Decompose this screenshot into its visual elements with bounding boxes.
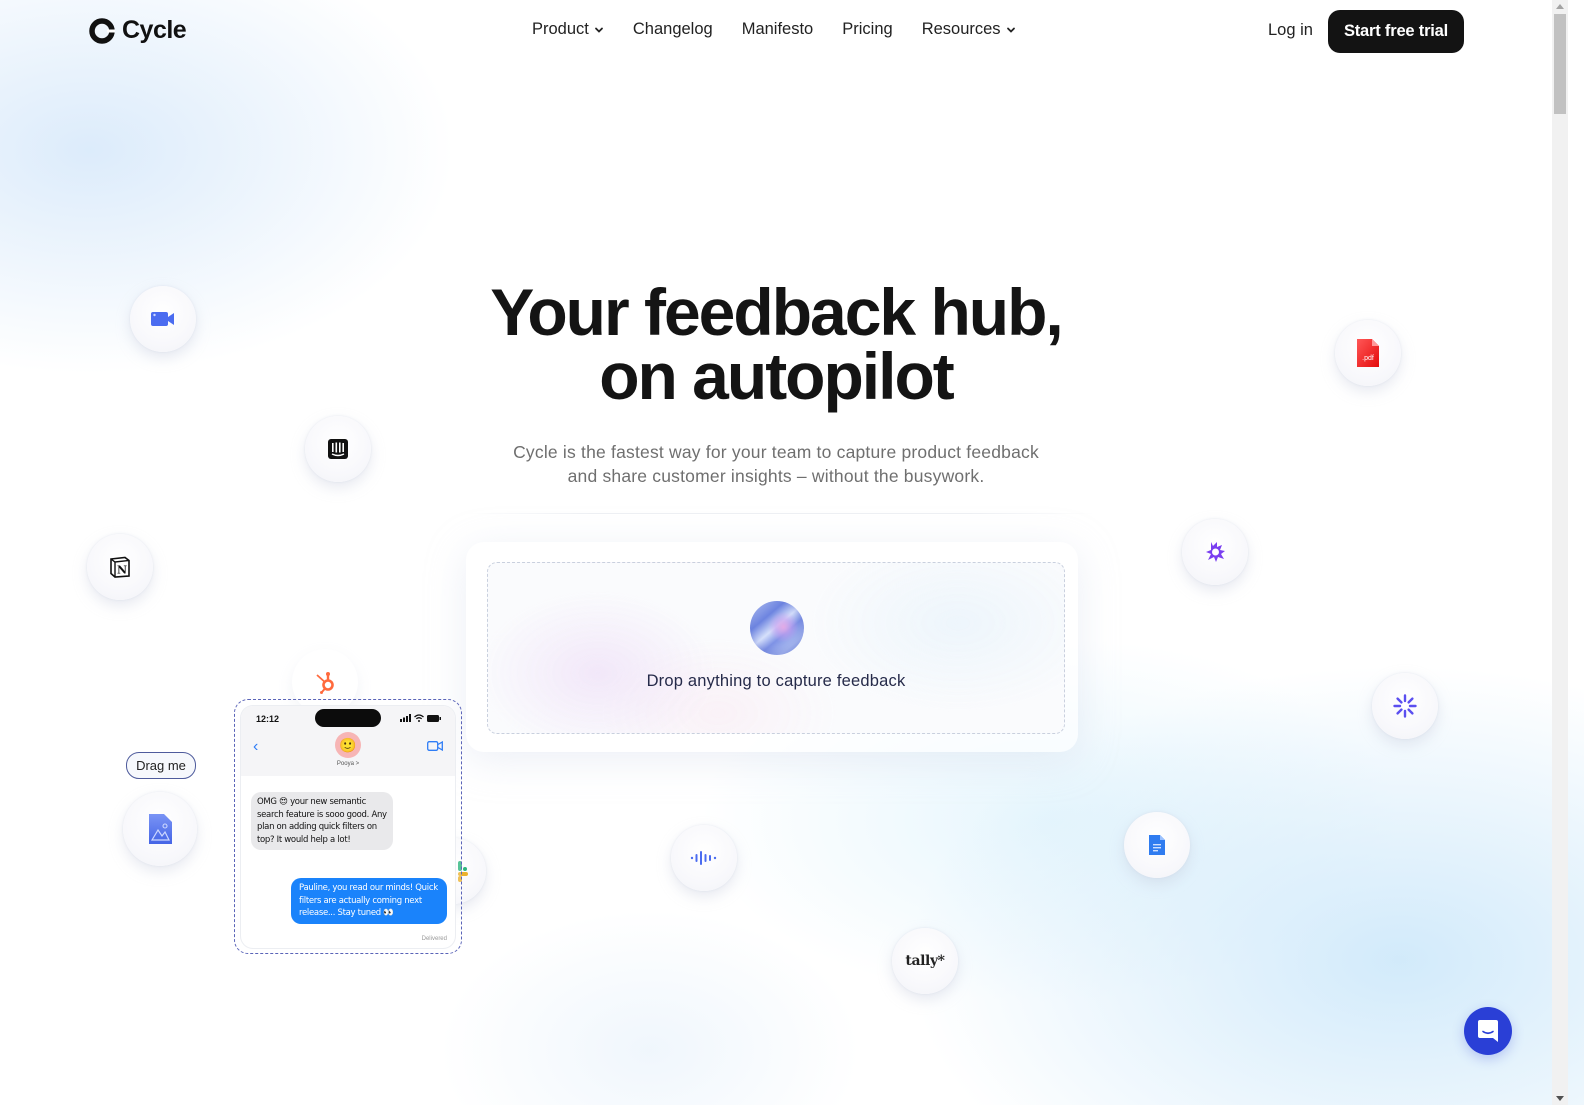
facetime-video-icon <box>427 741 443 751</box>
incoming-message: OMG 😍 your new semantic search feature i… <box>251 792 393 850</box>
hubspot-icon <box>316 672 334 694</box>
nav-manifesto-label: Manifesto <box>741 20 814 38</box>
nav-resources[interactable]: Resources <box>922 20 1016 39</box>
source-bubble-loom[interactable] <box>1372 673 1438 739</box>
brand-name: Cycle <box>122 16 187 44</box>
hero-title: Your feedback hub, on autopilot <box>0 279 1552 409</box>
video-call-icon <box>151 312 174 326</box>
hero-title-line1: Your feedback hub, <box>490 275 1064 349</box>
hero-divider <box>465 513 1095 514</box>
chevron-down-icon <box>594 27 603 33</box>
loom-icon <box>1393 694 1417 718</box>
tally-logo: tally* <box>905 953 945 969</box>
hero-subtitle-line1: Cycle is the fastest way for your team t… <box>513 442 1039 462</box>
source-bubble-tally[interactable]: tally* <box>892 928 958 994</box>
back-chevron-icon: ‹ <box>253 738 259 755</box>
source-bubble-gong[interactable] <box>1182 519 1248 585</box>
chevron-down-icon <box>1006 27 1015 33</box>
source-bubble-google-docs[interactable] <box>1124 812 1190 878</box>
source-bubble-image[interactable] <box>123 792 197 866</box>
phone-header: 12:12 ‹ 🙂 Pooya > <box>241 706 455 776</box>
image-file-icon <box>149 814 172 844</box>
login-link[interactable]: Log in <box>1268 21 1313 40</box>
scroll-down-arrow-icon[interactable] <box>1556 1096 1564 1101</box>
phone-mockup: 12:12 ‹ 🙂 Pooya > OMG 😍 your new semanti… <box>241 706 455 948</box>
audio-wave-icon <box>690 851 717 865</box>
chat-launcher-button[interactable] <box>1464 1007 1512 1055</box>
drop-zone-label: Drop anything to capture feedback <box>646 672 906 690</box>
battery-icon <box>427 715 441 722</box>
wifi-icon <box>414 714 424 722</box>
pdf-file-icon: .pdf <box>1357 339 1379 367</box>
delivery-status: Delivered <box>421 936 447 942</box>
chat-smile-icon <box>1478 1020 1498 1042</box>
google-docs-icon <box>1149 835 1165 855</box>
notion-icon: N <box>110 556 130 578</box>
brand-logo[interactable]: Cycle <box>88 16 187 45</box>
source-bubble-intercom[interactable] <box>305 416 371 482</box>
nav-changelog-label: Changelog <box>632 20 713 38</box>
nav-changelog[interactable]: Changelog <box>633 20 713 39</box>
intercom-icon <box>328 439 348 459</box>
contact-avatar: 🙂 <box>335 732 361 758</box>
pdf-label: .pdf <box>1362 355 1374 362</box>
ai-orb-icon <box>750 601 804 655</box>
page-scrollbar[interactable] <box>1552 0 1568 1105</box>
hero-title-line2: on autopilot <box>599 339 955 413</box>
scroll-up-arrow-icon[interactable] <box>1556 4 1564 9</box>
nav-pricing[interactable]: Pricing <box>842 20 892 39</box>
drag-me-hint: Drag me <box>126 752 196 779</box>
hero-subtitle: Cycle is the fastest way for your team t… <box>0 440 1552 488</box>
scrollbar-thumb[interactable] <box>1554 14 1566 114</box>
nav-pricing-label: Pricing <box>842 20 893 38</box>
top-navigation: Cycle Product Changelog Manifesto Pricin… <box>0 0 1568 64</box>
nav-resources-label: Resources <box>921 20 1001 38</box>
source-bubble-notion[interactable]: N <box>87 534 153 600</box>
signal-icon <box>400 714 411 722</box>
phone-time: 12:12 <box>256 714 280 724</box>
phone-status-icons <box>400 714 441 722</box>
contact-name: Pooya > <box>336 761 360 767</box>
outgoing-message: Pauline, you read our minds! Quick filte… <box>291 878 447 924</box>
nav-product[interactable]: Product <box>532 20 604 39</box>
nav-links: Product Changelog Manifesto Pricing Reso… <box>532 20 1045 39</box>
feedback-drop-zone[interactable]: Drop anything to capture feedback <box>487 562 1065 734</box>
source-bubble-audio[interactable] <box>671 825 737 891</box>
cycle-logo-icon <box>88 17 116 45</box>
svg-text:N: N <box>117 564 127 577</box>
hero-subtitle-line2: and share customer insights – without th… <box>567 466 985 486</box>
source-bubble-video[interactable] <box>130 286 196 352</box>
draggable-phone-message[interactable]: 12:12 ‹ 🙂 Pooya > OMG 😍 your new semanti… <box>234 699 462 954</box>
nav-manifesto[interactable]: Manifesto <box>742 20 814 39</box>
dynamic-island <box>315 709 381 727</box>
nav-product-label: Product <box>532 20 589 38</box>
gong-icon <box>1206 542 1225 562</box>
start-free-trial-button[interactable]: Start free trial <box>1328 10 1464 53</box>
source-bubble-pdf[interactable]: .pdf <box>1335 320 1401 386</box>
